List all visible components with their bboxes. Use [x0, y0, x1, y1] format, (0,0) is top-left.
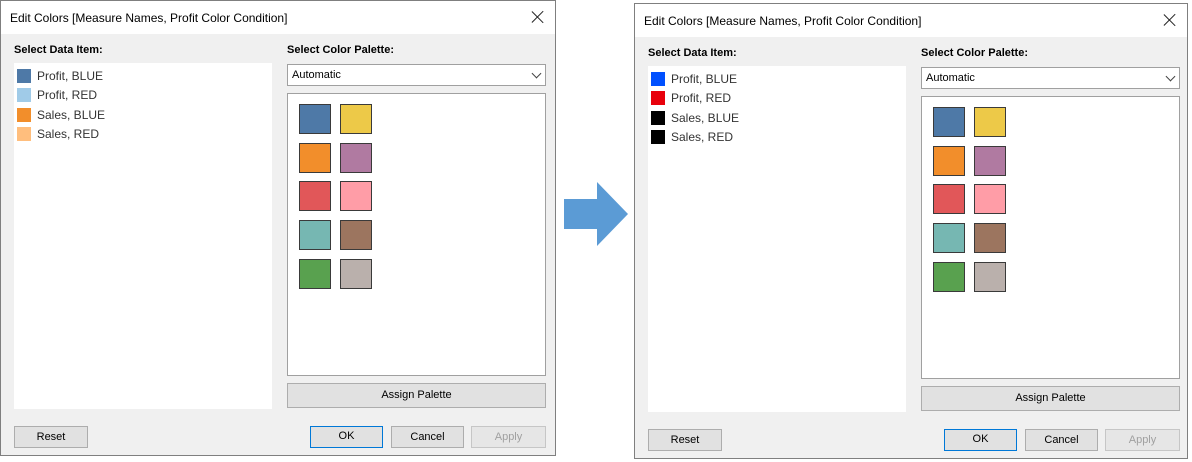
data-item-profit-blue[interactable]: Profit, BLUE	[651, 69, 891, 87]
palette-swatch[interactable]	[340, 181, 372, 211]
palette-dropdown-value: Automatic	[926, 72, 975, 84]
palette-swatch[interactable]	[299, 259, 331, 289]
chevron-down-icon	[1165, 71, 1176, 82]
data-item-profit-blue[interactable]: Profit, BLUE	[17, 66, 257, 84]
palette-dropdown[interactable]: Automatic	[921, 67, 1180, 89]
data-item-sales-red[interactable]: Sales, RED	[17, 124, 257, 142]
palette-swatch[interactable]	[340, 259, 372, 289]
select-data-item-label: Select Data Item:	[14, 44, 103, 56]
palette-swatch[interactable]	[340, 143, 372, 173]
ok-button[interactable]: OK	[944, 429, 1017, 451]
color-swatch	[17, 108, 31, 122]
palette-swatch[interactable]	[299, 104, 331, 134]
right-arrow-icon	[564, 182, 628, 246]
assign-palette-button[interactable]: Assign Palette	[921, 386, 1180, 411]
data-item-label: Profit, BLUE	[37, 69, 104, 83]
reset-button[interactable]: Reset	[14, 426, 88, 448]
color-swatch	[651, 111, 665, 125]
data-item-label: Profit, BLUE	[671, 72, 738, 86]
palette-dropdown[interactable]: Automatic	[287, 64, 546, 86]
color-swatch	[651, 130, 665, 144]
apply-button[interactable]: Apply	[471, 426, 546, 448]
data-item-list: Profit, BLUE Profit, RED Sales, BLUE Sal…	[648, 66, 906, 412]
data-item-label: Sales, RED	[671, 130, 734, 144]
color-swatch	[651, 91, 665, 105]
data-item-sales-blue[interactable]: Sales, BLUE	[651, 108, 891, 126]
data-item-label: Sales, BLUE	[37, 108, 106, 122]
select-color-palette-label: Select Color Palette:	[921, 47, 1028, 59]
apply-button[interactable]: Apply	[1105, 429, 1180, 451]
palette-swatch[interactable]	[933, 107, 965, 137]
chevron-down-icon	[531, 68, 542, 79]
palette-swatch[interactable]	[299, 220, 331, 250]
close-icon[interactable]	[527, 6, 549, 28]
data-item-label: Sales, RED	[37, 127, 100, 141]
cancel-button[interactable]: Cancel	[391, 426, 464, 448]
palette-swatch[interactable]	[340, 104, 372, 134]
palette-swatch-grid	[921, 96, 1180, 379]
edit-colors-dialog-before: Edit Colors [Measure Names, Profit Color…	[0, 0, 556, 456]
color-swatch	[17, 127, 31, 141]
palette-swatch[interactable]	[299, 181, 331, 211]
data-item-profit-red[interactable]: Profit, RED	[17, 85, 257, 103]
palette-swatch[interactable]	[933, 146, 965, 176]
assign-palette-button[interactable]: Assign Palette	[287, 383, 546, 408]
palette-swatch[interactable]	[974, 184, 1006, 214]
title-bar: Edit Colors [Measure Names, Profit Color…	[635, 4, 1187, 37]
data-item-label: Sales, BLUE	[671, 111, 740, 125]
palette-swatch[interactable]	[299, 143, 331, 173]
cancel-button[interactable]: Cancel	[1025, 429, 1098, 451]
data-item-list: Profit, BLUE Profit, RED Sales, BLUE Sal…	[14, 63, 272, 409]
palette-swatch[interactable]	[974, 146, 1006, 176]
data-item-sales-blue[interactable]: Sales, BLUE	[17, 105, 257, 123]
ok-button[interactable]: OK	[310, 426, 383, 448]
color-swatch	[17, 69, 31, 83]
palette-swatch[interactable]	[974, 262, 1006, 292]
palette-dropdown-value: Automatic	[292, 69, 341, 81]
select-data-item-label: Select Data Item:	[648, 47, 737, 59]
data-item-profit-red[interactable]: Profit, RED	[651, 88, 891, 106]
data-item-label: Profit, RED	[37, 88, 98, 102]
palette-swatch[interactable]	[933, 184, 965, 214]
dialog-title: Edit Colors [Measure Names, Profit Color…	[644, 14, 922, 28]
palette-swatch[interactable]	[974, 107, 1006, 137]
palette-swatch-grid	[287, 93, 546, 376]
palette-swatch[interactable]	[933, 223, 965, 253]
palette-swatch[interactable]	[974, 223, 1006, 253]
color-swatch	[651, 72, 665, 86]
edit-colors-dialog-after: Edit Colors [Measure Names, Profit Color…	[634, 3, 1188, 459]
close-icon[interactable]	[1159, 9, 1181, 31]
data-item-sales-red[interactable]: Sales, RED	[651, 127, 891, 145]
palette-swatch[interactable]	[933, 262, 965, 292]
data-item-label: Profit, RED	[671, 91, 732, 105]
dialog-title: Edit Colors [Measure Names, Profit Color…	[10, 11, 288, 25]
palette-swatch[interactable]	[340, 220, 372, 250]
color-swatch	[17, 88, 31, 102]
select-color-palette-label: Select Color Palette:	[287, 44, 394, 56]
title-bar: Edit Colors [Measure Names, Profit Color…	[1, 1, 555, 34]
reset-button[interactable]: Reset	[648, 429, 722, 451]
